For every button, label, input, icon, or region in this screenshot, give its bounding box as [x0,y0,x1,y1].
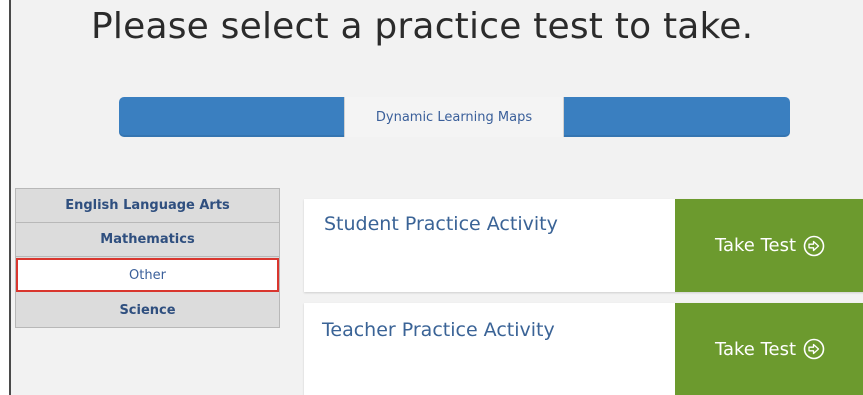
subject-item-mathematics[interactable]: Mathematics [16,223,279,257]
take-test-label: Take Test [714,338,797,360]
take-test-label: Take Test [714,235,797,256]
circle-arrow-right-icon [803,235,825,257]
program-tab-bar: Dynamic Learning Maps [119,97,790,137]
subject-item-english-language-arts[interactable]: English Language Arts [16,189,279,223]
subject-item-other[interactable]: Other [16,258,279,292]
page-title: Please select a practice test to take. [91,6,754,47]
tab-dynamic-learning-maps[interactable]: Dynamic Learning Maps [344,97,564,137]
activity-card-teacher: Teacher Practice Activity Take Test [304,303,863,395]
activity-card-student: Student Practice Activity Take Test [304,199,863,292]
take-test-button[interactable]: Take Test [675,303,863,395]
activity-title: Teacher Practice Activity [322,319,555,341]
take-test-button[interactable]: Take Test [675,199,863,292]
page-frame: Please select a practice test to take. D… [9,0,863,395]
circle-arrow-right-icon [803,338,825,360]
subject-list: English Language Arts Mathematics Other … [15,188,280,328]
activity-title: Student Practice Activity [324,213,558,235]
subject-item-science[interactable]: Science [16,293,279,327]
